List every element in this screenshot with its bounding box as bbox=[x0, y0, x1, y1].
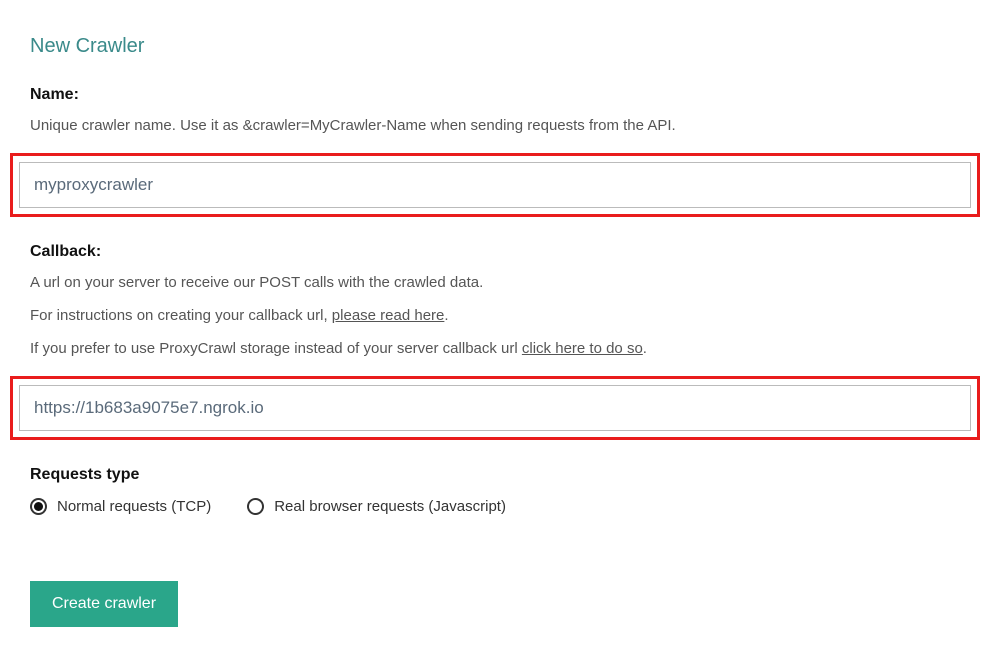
callback-help-line-2-prefix: For instructions on creating your callba… bbox=[30, 307, 332, 324]
page-title: New Crawler bbox=[30, 35, 970, 58]
radio-dot-icon bbox=[34, 502, 43, 511]
requests-type-label: Requests type bbox=[30, 466, 970, 484]
callback-help-line-3-prefix: If you prefer to use ProxyCrawl storage … bbox=[30, 340, 522, 357]
callback-label: Callback: bbox=[30, 243, 970, 261]
callback-highlight-box bbox=[10, 376, 980, 440]
callback-section: Callback: A url on your server to receiv… bbox=[30, 243, 970, 440]
requests-type-section: Requests type Normal requests (TCP) Real… bbox=[30, 466, 970, 515]
callback-help-line-2-suffix: . bbox=[444, 307, 448, 324]
read-here-link[interactable]: please read here bbox=[332, 307, 445, 324]
callback-help-line-3-suffix: . bbox=[643, 340, 647, 357]
radio-circle-icon bbox=[30, 498, 47, 515]
radio-browser-label: Real browser requests (Javascript) bbox=[274, 498, 506, 515]
callback-help-line-1: A url on your server to receive our POST… bbox=[30, 269, 970, 296]
click-here-link[interactable]: click here to do so bbox=[522, 340, 643, 357]
requests-type-radio-group: Normal requests (TCP) Real browser reque… bbox=[30, 498, 970, 515]
radio-normal-requests[interactable]: Normal requests (TCP) bbox=[30, 498, 211, 515]
name-label: Name: bbox=[30, 86, 970, 104]
create-crawler-button[interactable]: Create crawler bbox=[30, 581, 178, 627]
callback-input[interactable] bbox=[19, 385, 971, 431]
name-section: Name: Unique crawler name. Use it as &cr… bbox=[30, 86, 970, 217]
name-highlight-box bbox=[10, 153, 980, 217]
radio-normal-label: Normal requests (TCP) bbox=[57, 498, 211, 515]
callback-help-line-2: For instructions on creating your callba… bbox=[30, 302, 970, 329]
radio-circle-icon bbox=[247, 498, 264, 515]
radio-browser-requests[interactable]: Real browser requests (Javascript) bbox=[247, 498, 506, 515]
callback-help-line-3: If you prefer to use ProxyCrawl storage … bbox=[30, 335, 970, 362]
name-help-text: Unique crawler name. Use it as &crawler=… bbox=[30, 112, 970, 139]
name-input[interactable] bbox=[19, 162, 971, 208]
